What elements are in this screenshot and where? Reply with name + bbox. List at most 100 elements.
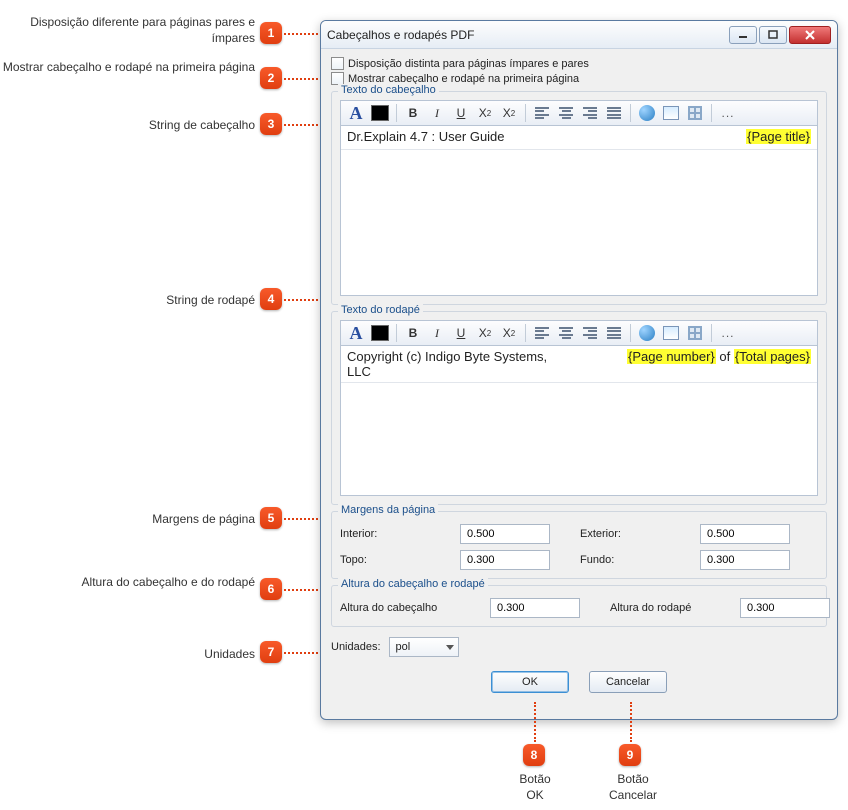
superscript-button[interactable]: X2	[498, 103, 520, 123]
color-swatch-icon	[371, 325, 389, 341]
align-left-button[interactable]	[531, 323, 553, 343]
checkbox-row-odd-even[interactable]: Disposição distinta para páginas ímpares…	[331, 57, 827, 70]
dialog-window: Cabeçalhos e rodapés PDF Disposição dist…	[320, 20, 838, 720]
units-row: Unidades: pol	[331, 637, 827, 657]
table-button[interactable]	[684, 103, 706, 123]
heights-group-title: Altura do cabeçalho e rodapé	[338, 578, 488, 590]
dialog-buttons: OK Cancelar	[331, 671, 827, 693]
minimize-button[interactable]	[729, 26, 757, 44]
image-button[interactable]	[660, 103, 682, 123]
callout-label-5: Margens de página	[0, 512, 255, 528]
callout-badge-4: 4	[260, 288, 282, 310]
align-justify-button[interactable]	[603, 103, 625, 123]
header-group-title: Texto do cabeçalho	[338, 84, 439, 96]
toolbar-sep	[396, 324, 397, 342]
callout-badge-5: 5	[260, 507, 282, 529]
link-icon	[639, 325, 655, 341]
subscript-button[interactable]: X2	[474, 323, 496, 343]
checkbox-odd-even-label: Disposição distinta para páginas ímpares…	[348, 58, 589, 70]
margin-bottom-label: Fundo:	[580, 554, 680, 566]
callout-vline-9	[630, 702, 632, 742]
checkbox-odd-even[interactable]	[331, 57, 344, 70]
callout-badge-3: 3	[260, 113, 282, 135]
units-select[interactable]: pol	[389, 637, 459, 657]
font-button[interactable]: A	[345, 103, 367, 123]
align-right-icon	[583, 107, 597, 119]
callout-badge-9: 9	[619, 744, 641, 766]
align-center-button[interactable]	[555, 103, 577, 123]
align-left-icon	[535, 327, 549, 339]
callout-label-6: Altura do cabeçalho e do rodapé	[0, 575, 255, 591]
cancel-button[interactable]: Cancelar	[589, 671, 667, 693]
callout-badge-7: 7	[260, 641, 282, 663]
more-button[interactable]: ...	[717, 323, 739, 343]
total-pages-variable: {Total pages}	[734, 349, 811, 364]
header-editor[interactable]: Dr.Explain 4.7 : User Guide {Page title}	[340, 126, 818, 296]
link-icon	[639, 105, 655, 121]
link-button[interactable]	[636, 323, 658, 343]
callout-label-3: String de cabeçalho	[0, 118, 255, 134]
footer-right-cell[interactable]: {Page number} of {Total pages}	[579, 346, 817, 382]
maximize-button[interactable]	[759, 26, 787, 44]
font-button[interactable]: A	[345, 323, 367, 343]
toolbar-sep	[525, 104, 526, 122]
bold-button[interactable]: B	[402, 103, 424, 123]
header-left-cell[interactable]: Dr.Explain 4.7 : User Guide	[341, 126, 603, 149]
footer-left-cell[interactable]: Copyright (c) Indigo Byte Systems, LLC	[341, 346, 579, 382]
align-justify-button[interactable]	[603, 323, 625, 343]
callout-label-4: String de rodapé	[0, 293, 255, 309]
superscript-button[interactable]: X2	[498, 323, 520, 343]
toolbar-sep	[630, 104, 631, 122]
footer-height-label: Altura do rodapé	[610, 602, 720, 614]
ok-button[interactable]: OK	[491, 671, 569, 693]
callout-badge-1: 1	[260, 22, 282, 44]
underline-button[interactable]: U	[450, 103, 472, 123]
page-number-variable: {Page number}	[627, 349, 716, 364]
units-select-value: pol	[396, 641, 411, 653]
align-center-button[interactable]	[555, 323, 577, 343]
callout-vline-8	[534, 702, 536, 742]
callout-label-8: BotãoOK	[510, 772, 560, 803]
close-button[interactable]	[789, 26, 831, 44]
chevron-down-icon	[446, 645, 454, 650]
footer-toolbar: A B I U X2 X2 ...	[340, 320, 818, 346]
italic-button[interactable]: I	[426, 103, 448, 123]
footer-text-group: Texto do rodapé A B I U X2 X2	[331, 311, 827, 505]
callout-label-7: Unidades	[0, 647, 255, 663]
margin-exterior-label: Exterior:	[580, 528, 680, 540]
italic-button[interactable]: I	[426, 323, 448, 343]
align-left-icon	[535, 107, 549, 119]
margin-exterior-input[interactable]	[700, 524, 790, 544]
margins-group: Margens da página Interior: Exterior: To…	[331, 511, 827, 579]
align-right-button[interactable]	[579, 103, 601, 123]
callout-badge-8: 8	[523, 744, 545, 766]
margin-interior-label: Interior:	[340, 528, 440, 540]
underline-button[interactable]: U	[450, 323, 472, 343]
header-height-input[interactable]	[490, 598, 580, 618]
toolbar-sep	[630, 324, 631, 342]
toolbar-sep	[525, 324, 526, 342]
margin-interior-input[interactable]	[460, 524, 550, 544]
toolbar-sep	[711, 324, 712, 342]
link-button[interactable]	[636, 103, 658, 123]
footer-group-title: Texto do rodapé	[338, 304, 423, 316]
margin-top-label: Topo:	[340, 554, 440, 566]
table-button[interactable]	[684, 323, 706, 343]
margin-top-input[interactable]	[460, 550, 550, 570]
align-left-button[interactable]	[531, 103, 553, 123]
footer-editor[interactable]: Copyright (c) Indigo Byte Systems, LLC {…	[340, 346, 818, 496]
header-text-group: Texto do cabeçalho A B I U X2 X2	[331, 91, 827, 305]
font-color-button[interactable]	[369, 323, 391, 343]
subscript-button[interactable]: X2	[474, 103, 496, 123]
footer-height-input[interactable]	[740, 598, 830, 618]
titlebar[interactable]: Cabeçalhos e rodapés PDF	[321, 21, 837, 49]
margin-bottom-input[interactable]	[700, 550, 790, 570]
image-button[interactable]	[660, 323, 682, 343]
align-right-button[interactable]	[579, 323, 601, 343]
font-color-button[interactable]	[369, 103, 391, 123]
header-right-cell[interactable]: {Page title}	[603, 126, 817, 149]
color-swatch-icon	[371, 105, 389, 121]
more-button[interactable]: ...	[717, 103, 739, 123]
bold-button[interactable]: B	[402, 323, 424, 343]
callout-label-9: BotãoCancelar	[600, 772, 666, 803]
